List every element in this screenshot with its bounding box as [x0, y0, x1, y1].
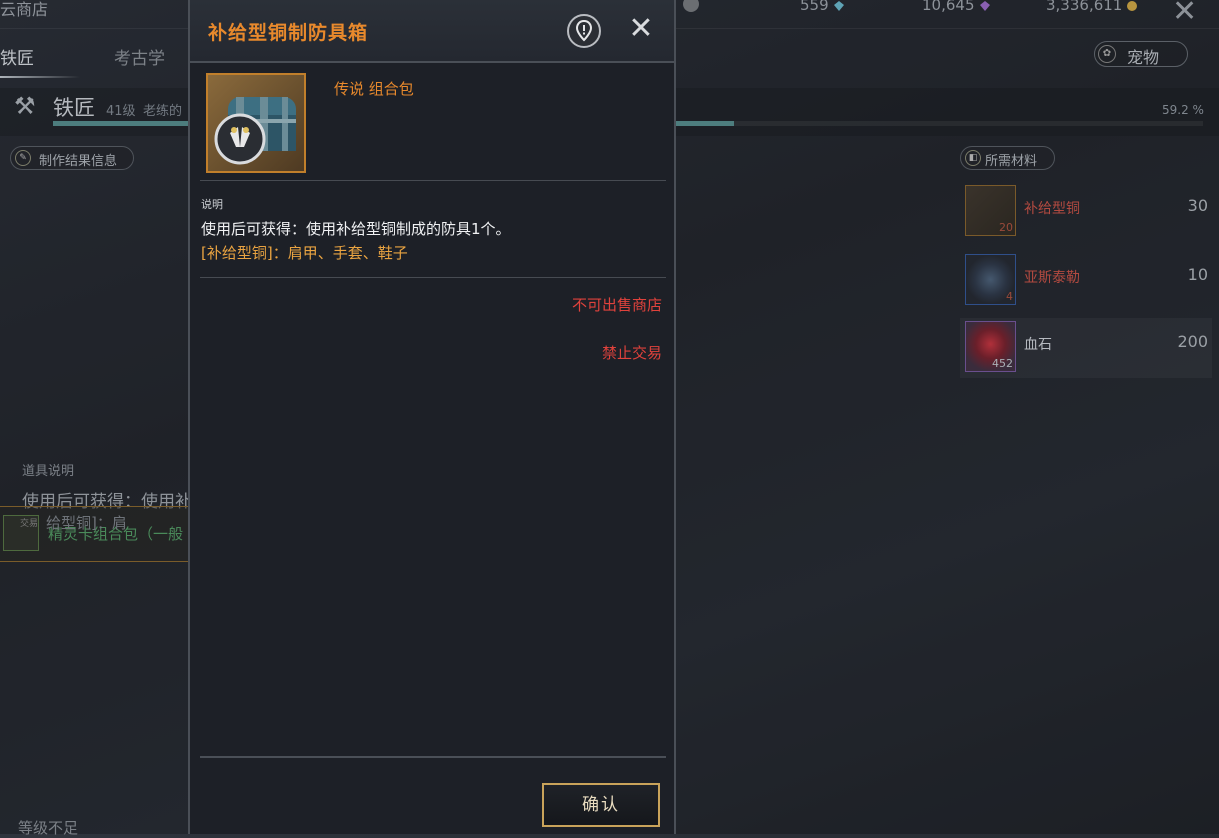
material-count: 4 [1006, 290, 1013, 303]
pin-icon [575, 19, 593, 42]
item-detail-modal: 补给型铜制防具箱 ✕ 传说 组合包 说明 使用后可获得：使用补给型铜制成的防具1… [188, 0, 676, 834]
level-warning: 等级不足 [18, 819, 79, 837]
material-count: 452 [992, 357, 1013, 370]
materials-icon: ◧ [965, 150, 981, 166]
skill-name: 铁匠 [53, 96, 95, 120]
material-name: 补给型铜 [1024, 201, 1080, 217]
blue-orb-icon: 4 [965, 254, 1016, 305]
close-icon[interactable]: ✕ [626, 14, 656, 44]
currency-gold-value: 3,336,611 [1046, 0, 1123, 14]
pet-button-label: 宠物 [1127, 48, 1160, 67]
material-row[interactable]: 452 血石 200 [960, 318, 1212, 378]
modal-title: 补给型铜制防具箱 [208, 22, 369, 44]
bloodstone-icon: 452 [965, 321, 1016, 372]
material-required: 30 [1187, 196, 1208, 215]
shop-label[interactable]: 云商店 [0, 0, 48, 20]
modal-header: 补给型铜制防具箱 ✕ [190, 0, 674, 63]
item-grade: 传说 组合包 [334, 80, 414, 98]
chest-icon [214, 97, 296, 165]
pin-button[interactable] [567, 14, 601, 48]
coin-icon [683, 0, 699, 12]
tab-archaeology[interactable]: 考古学 [114, 44, 165, 69]
gold-coin-icon [1127, 0, 1138, 11]
skill-level: 41级 [106, 104, 136, 119]
material-name: 血石 [1024, 337, 1052, 353]
restriction-trade: 禁止交易 [601, 344, 662, 362]
blue-crystal-icon [833, 0, 844, 11]
materials-button[interactable]: ◧ 所需材料 [960, 146, 1055, 170]
item-desc-label: 道具说明 [22, 464, 75, 479]
currency-purple-value: 10,645 [922, 0, 975, 14]
currency-blue: 559 [800, 0, 845, 14]
item-icon-frame [206, 73, 306, 173]
divider [200, 756, 666, 758]
restriction-shop: 不可出售商店 [571, 296, 662, 314]
copper-ingot-icon: 20 [965, 185, 1016, 236]
currency-gold: 3,336,611 [1046, 0, 1138, 14]
blacksmith-icon: ⚒ [14, 92, 36, 120]
description-highlight: [补给型铜]：肩甲、手套、鞋子 [201, 244, 408, 262]
skill-progress-text: 59.2 % [1162, 103, 1204, 117]
item-desc-line2: 给型铜]：肩 [46, 514, 127, 532]
pet-button[interactable]: ✿ 宠物 [1094, 41, 1188, 67]
divider [200, 277, 666, 278]
material-row[interactable]: 4 亚斯泰勒 10 [960, 251, 1212, 311]
purple-crystal-icon [979, 0, 990, 11]
material-required: 10 [1187, 265, 1208, 284]
result-info-label: 制作结果信息 [39, 154, 118, 169]
result-info-button[interactable]: ✎ 制作结果信息 [10, 146, 134, 170]
currency-blue-value: 559 [800, 0, 829, 14]
info-icon: ✎ [15, 150, 31, 166]
window-close-icon[interactable]: ✕ [1172, 0, 1197, 29]
divider [200, 180, 666, 181]
materials-label: 所需材料 [985, 154, 1038, 169]
currency-purple: 10,645 [922, 0, 991, 14]
material-name: 亚斯泰勒 [1024, 270, 1080, 286]
material-required: 200 [1177, 332, 1208, 351]
trade-tag: 交易 [20, 519, 39, 529]
material-row[interactable]: 20 补给型铜 30 [960, 182, 1212, 242]
description-label: 说明 [201, 198, 223, 211]
tab-underline [0, 76, 80, 78]
material-count: 20 [999, 221, 1013, 234]
card-pack-icon: 交易 [3, 515, 39, 551]
skill-subtitle: 老练的 [143, 104, 183, 119]
confirm-button[interactable]: 确认 [542, 783, 660, 827]
tab-blacksmith[interactable]: 铁匠 [0, 44, 34, 69]
description-text: 使用后可获得：使用补给型铜制成的防具1个。 [201, 220, 511, 238]
paw-icon: ✿ [1098, 45, 1116, 63]
